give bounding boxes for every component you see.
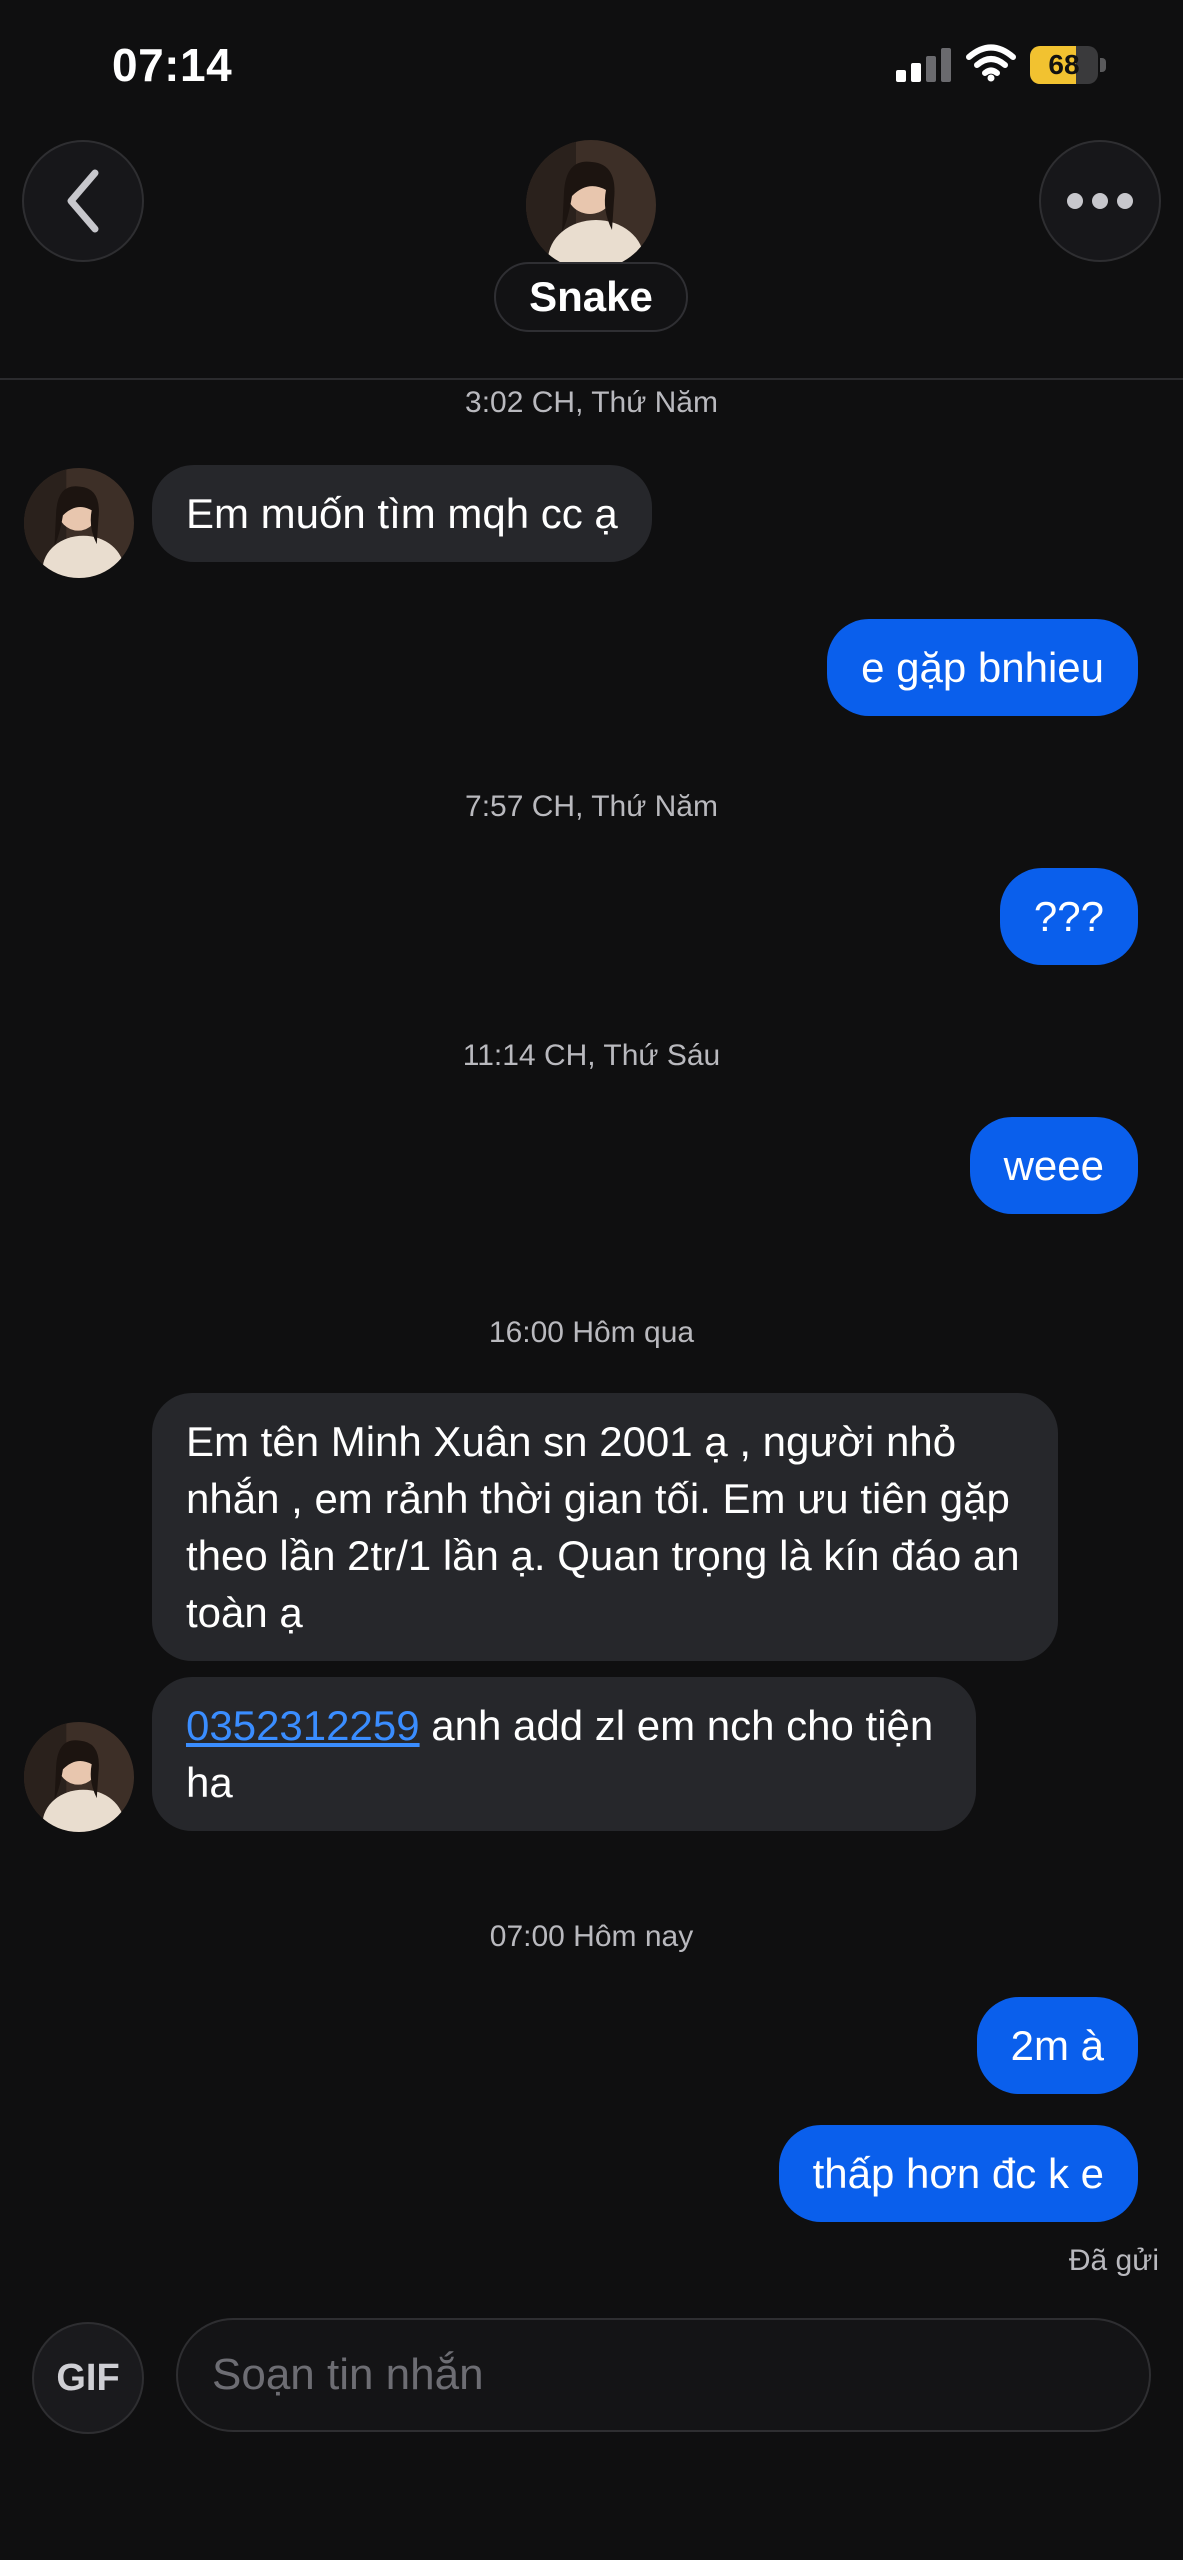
cellular-signal-icon xyxy=(896,48,951,82)
timestamp: 3:02 CH, Thứ Năm xyxy=(465,386,718,419)
more-options-button[interactable] xyxy=(1039,140,1161,262)
timestamp: 11:14 CH, Thứ Sáu xyxy=(462,1039,721,1072)
timestamp: 16:00 Hôm qua xyxy=(488,1316,695,1349)
timestamp: 07:00 Hôm nay xyxy=(489,1920,694,1953)
sender-avatar[interactable] xyxy=(24,1722,134,1832)
message-bubble-incoming[interactable]: 0352312259 anh add zl em nch cho tiện ha xyxy=(152,1677,976,1831)
battery-icon: 68 xyxy=(1030,46,1106,84)
header-divider xyxy=(0,378,1183,380)
more-horizontal-icon xyxy=(1067,193,1133,209)
battery-percentage: 68 xyxy=(1048,49,1080,80)
message-bubble-incoming[interactable]: Em muốn tìm mqh cc ạ xyxy=(152,465,652,562)
message-bubble-outgoing[interactable]: 2m à xyxy=(976,1997,1138,2094)
contact-avatar[interactable] xyxy=(526,140,656,270)
message-input[interactable] xyxy=(178,2320,1149,2430)
timestamp: 7:57 CH, Thứ Năm xyxy=(465,790,718,823)
delivery-status: Đã gửi xyxy=(1068,2244,1159,2277)
status-time: 07:14 xyxy=(112,39,233,91)
wifi-icon xyxy=(966,44,1016,82)
phone-number-link[interactable]: 0352312259 xyxy=(186,1702,420,1749)
gif-button[interactable]: GIF xyxy=(32,2322,144,2434)
message-bubble-outgoing[interactable]: thấp hơn đc k e xyxy=(778,2125,1138,2222)
back-button[interactable] xyxy=(22,140,144,262)
sender-avatar[interactable] xyxy=(24,468,134,578)
message-bubble-outgoing[interactable]: e gặp bnhieu xyxy=(827,619,1138,716)
message-composer[interactable] xyxy=(176,2318,1151,2432)
message-bubble-incoming[interactable]: Em tên Minh Xuân sn 2001 ạ , người nhỏ n… xyxy=(152,1393,1058,1661)
contact-name[interactable]: Snake xyxy=(494,262,688,332)
message-bubble-outgoing[interactable]: ??? xyxy=(999,868,1138,965)
chevron-left-icon xyxy=(67,169,99,233)
message-bubble-outgoing[interactable]: weee xyxy=(969,1117,1138,1214)
